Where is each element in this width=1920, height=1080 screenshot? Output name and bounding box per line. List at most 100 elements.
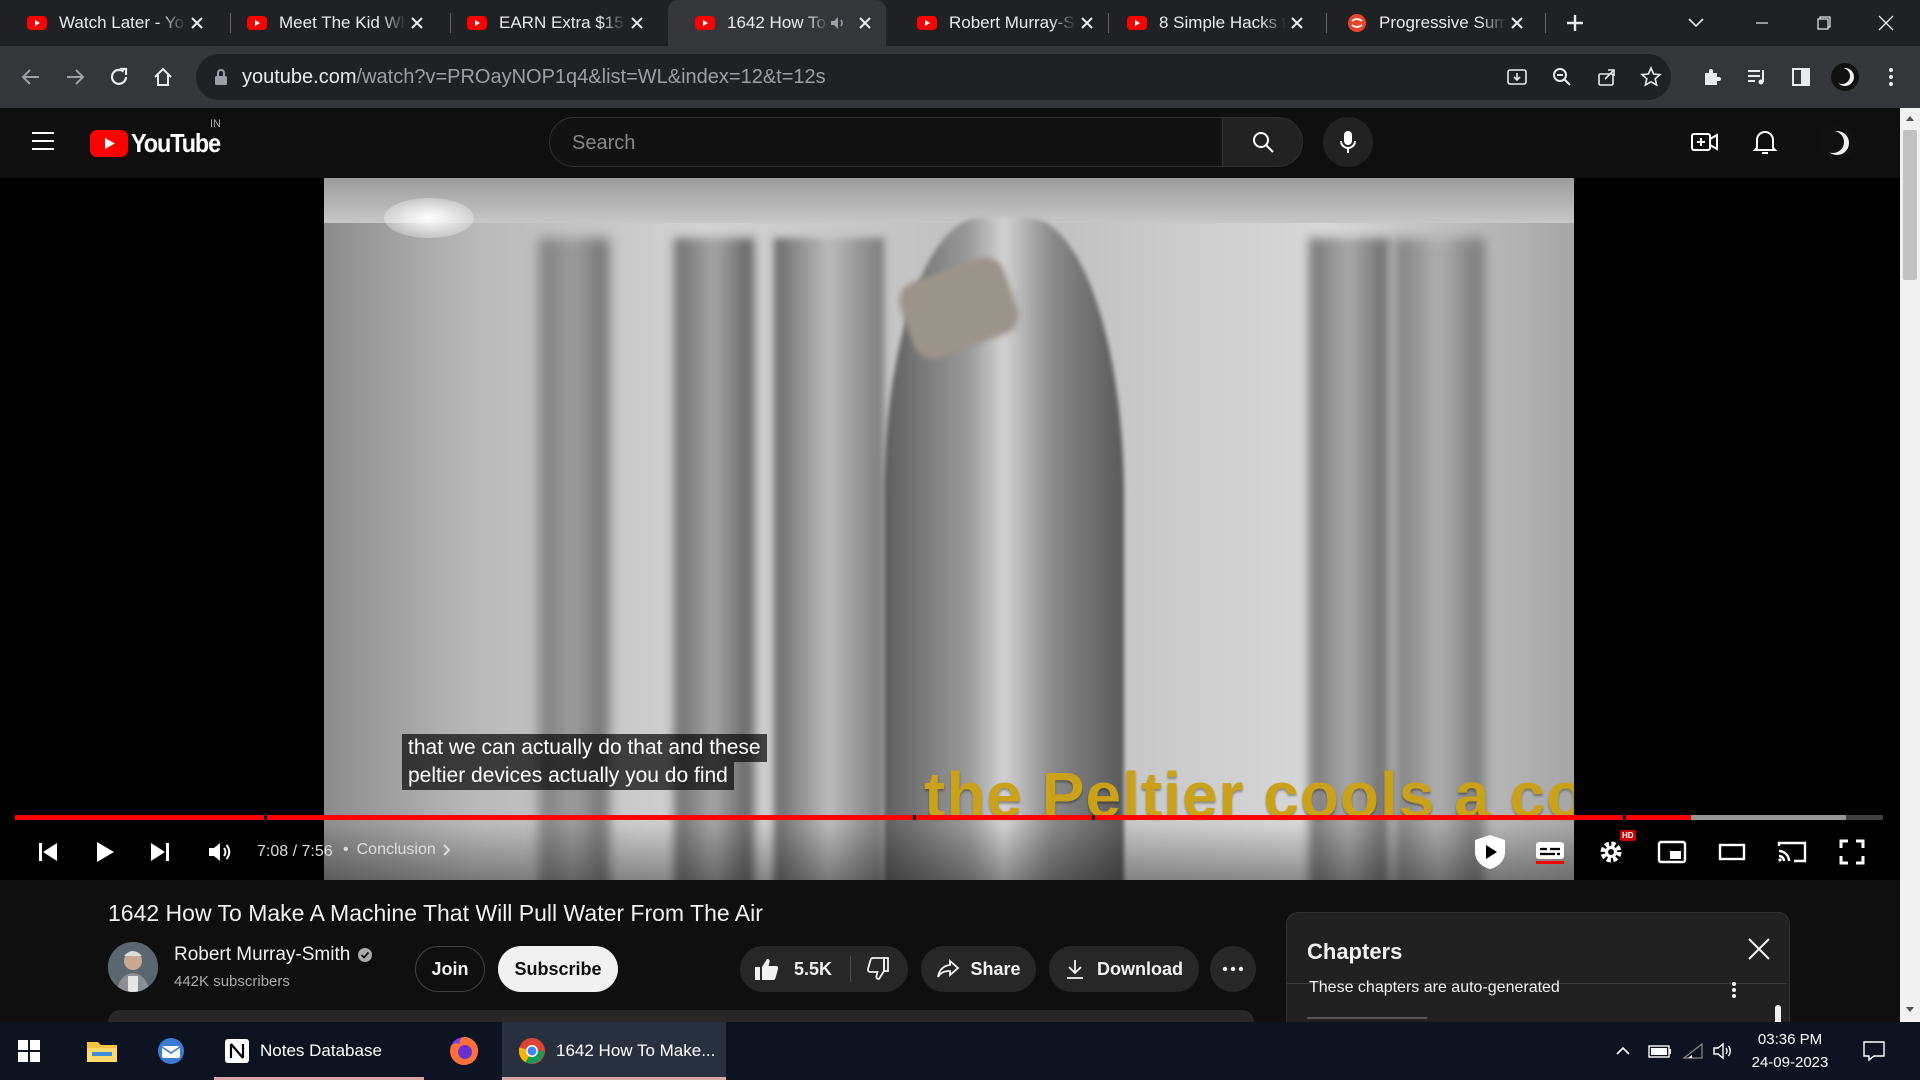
close-icon[interactable] bbox=[1286, 12, 1308, 34]
reload-button[interactable] bbox=[104, 62, 134, 92]
close-icon[interactable] bbox=[854, 12, 876, 34]
close-icon[interactable] bbox=[626, 12, 648, 34]
tab-meet-the-kid[interactable]: Meet The Kid Who bbox=[220, 0, 438, 46]
speaker-icon[interactable] bbox=[828, 13, 848, 33]
home-button[interactable] bbox=[148, 62, 178, 92]
chapters-menu-button[interactable] bbox=[1731, 981, 1737, 999]
network-button[interactable] bbox=[1682, 1022, 1704, 1080]
side-panel-icon bbox=[1792, 68, 1810, 86]
voice-search-button[interactable] bbox=[1323, 117, 1373, 167]
tab-robert-murray-smith[interactable]: Robert Murray-Smith bbox=[890, 0, 1108, 46]
miniplayer-button[interactable] bbox=[1650, 830, 1694, 874]
taskbar-notes-database[interactable]: Notes Database bbox=[214, 1022, 424, 1080]
system-clock[interactable]: 03:36 PM 24-09-2023 bbox=[1735, 1028, 1845, 1074]
tab-search-button[interactable] bbox=[1666, 0, 1726, 46]
install-app-icon[interactable] bbox=[1506, 66, 1528, 88]
dislike-button[interactable] bbox=[851, 946, 889, 992]
search-box[interactable] bbox=[549, 117, 1223, 168]
scrollbar-thumb[interactable] bbox=[1903, 130, 1917, 280]
tab-1642-how-to[interactable]: 1642 How To Make bbox=[668, 0, 886, 46]
windows-logo-icon bbox=[18, 1040, 40, 1062]
chapter-title: Conclusion bbox=[356, 841, 436, 858]
create-button[interactable] bbox=[1690, 128, 1720, 156]
reload-icon bbox=[110, 67, 128, 85]
url-text[interactable]: youtube.com/watch?v=PROayNOP1q4&list=WL&… bbox=[242, 66, 826, 89]
close-icon[interactable] bbox=[1076, 12, 1098, 34]
chapters-close-button[interactable] bbox=[1747, 937, 1771, 961]
start-button[interactable] bbox=[18, 1022, 40, 1080]
next-button[interactable] bbox=[138, 830, 182, 874]
notifications-button[interactable] bbox=[1752, 128, 1778, 156]
new-tab-button[interactable] bbox=[1560, 8, 1590, 38]
subscribe-button[interactable]: Subscribe bbox=[498, 946, 618, 992]
download-button[interactable]: Download bbox=[1049, 946, 1199, 992]
media-control-button[interactable] bbox=[1742, 62, 1772, 92]
play-button[interactable] bbox=[83, 830, 127, 874]
star-icon[interactable] bbox=[1640, 66, 1662, 88]
profile-button[interactable] bbox=[1830, 62, 1860, 92]
window-close-button[interactable] bbox=[1856, 0, 1916, 46]
account-avatar[interactable] bbox=[1818, 124, 1856, 162]
chapter-title-button[interactable]: • Conclusion bbox=[343, 841, 452, 859]
more-actions-button[interactable] bbox=[1210, 946, 1256, 992]
close-icon[interactable] bbox=[186, 12, 208, 34]
scroll-down-arrow-icon[interactable] bbox=[1905, 1006, 1915, 1014]
show-hidden-icons-button[interactable] bbox=[1615, 1022, 1631, 1080]
tab-label: 8 Simple Hacks to bbox=[1159, 13, 1286, 32]
fullscreen-button[interactable] bbox=[1830, 830, 1874, 874]
previous-button[interactable] bbox=[26, 830, 70, 874]
channel-avatar[interactable] bbox=[108, 942, 158, 992]
file-explorer-button[interactable] bbox=[86, 1022, 118, 1080]
windows-taskbar: Notes Database 1642 How To Make... 03:36… bbox=[0, 1022, 1920, 1080]
share-page-icon[interactable] bbox=[1596, 66, 1618, 88]
volume-button[interactable] bbox=[1712, 1022, 1734, 1080]
page-scrollbar[interactable] bbox=[1900, 108, 1920, 1022]
zoom-icon[interactable] bbox=[1551, 66, 1573, 88]
youtube-logo[interactable]: YouTube IN bbox=[90, 118, 230, 159]
minimize-button[interactable] bbox=[1732, 0, 1792, 46]
close-icon[interactable] bbox=[406, 12, 428, 34]
mute-button[interactable] bbox=[198, 830, 242, 874]
battery-button[interactable] bbox=[1648, 1022, 1672, 1080]
tab-progressive-summ[interactable]: Progressive Summ bbox=[1320, 0, 1538, 46]
mail-app-icon bbox=[158, 1038, 184, 1064]
side-panel-button[interactable] bbox=[1786, 62, 1816, 92]
restore-button[interactable] bbox=[1794, 0, 1854, 46]
forward-button[interactable] bbox=[60, 62, 90, 92]
extensions-button[interactable] bbox=[1697, 62, 1727, 92]
notion-icon bbox=[225, 1039, 249, 1063]
channel-name[interactable]: Robert Murray-Smith bbox=[174, 944, 373, 966]
volume-icon bbox=[209, 843, 231, 861]
share-button[interactable]: Share bbox=[921, 946, 1036, 992]
channel-avatar-image bbox=[108, 942, 158, 992]
search-input[interactable] bbox=[570, 118, 1194, 168]
video-player[interactable]: the Peltier cools a cone that we can act… bbox=[0, 178, 1900, 880]
tab-watch-later[interactable]: Watch Later - YouTube bbox=[0, 0, 218, 46]
taskbar-chrome-window[interactable]: 1642 How To Make... bbox=[502, 1022, 726, 1080]
extension-player-button[interactable] bbox=[1468, 830, 1512, 874]
back-button[interactable] bbox=[16, 62, 46, 92]
cast-icon bbox=[1777, 841, 1807, 863]
plus-icon bbox=[1567, 15, 1583, 31]
tab-earn-extra[interactable]: EARN Extra $15 Every bbox=[440, 0, 658, 46]
download-icon bbox=[1067, 960, 1083, 979]
theater-mode-button[interactable] bbox=[1710, 830, 1754, 874]
subtitles-button[interactable] bbox=[1528, 830, 1572, 874]
guide-menu-button[interactable] bbox=[30, 130, 56, 152]
tab-label: Progressive Summ bbox=[1379, 13, 1506, 32]
thumbs-down-icon bbox=[867, 957, 889, 980]
lock-icon[interactable] bbox=[214, 68, 228, 86]
firefox-button[interactable] bbox=[448, 1022, 480, 1080]
scroll-up-arrow-icon[interactable] bbox=[1905, 114, 1915, 122]
cast-button[interactable] bbox=[1770, 830, 1814, 874]
mail-app-button[interactable] bbox=[154, 1022, 188, 1080]
tab-8-simple-hacks[interactable]: 8 Simple Hacks to bbox=[1100, 0, 1318, 46]
progress-bar[interactable] bbox=[15, 815, 1883, 820]
like-button[interactable]: 5.5K bbox=[740, 946, 832, 992]
notification-center-button[interactable] bbox=[1862, 1022, 1886, 1080]
close-icon[interactable] bbox=[1506, 12, 1528, 34]
search-button[interactable] bbox=[1223, 117, 1303, 167]
address-bar[interactable]: youtube.com/watch?v=PROayNOP1q4&list=WL&… bbox=[196, 54, 1671, 100]
browser-menu-button[interactable] bbox=[1876, 62, 1906, 92]
join-button[interactable]: Join bbox=[415, 946, 485, 992]
